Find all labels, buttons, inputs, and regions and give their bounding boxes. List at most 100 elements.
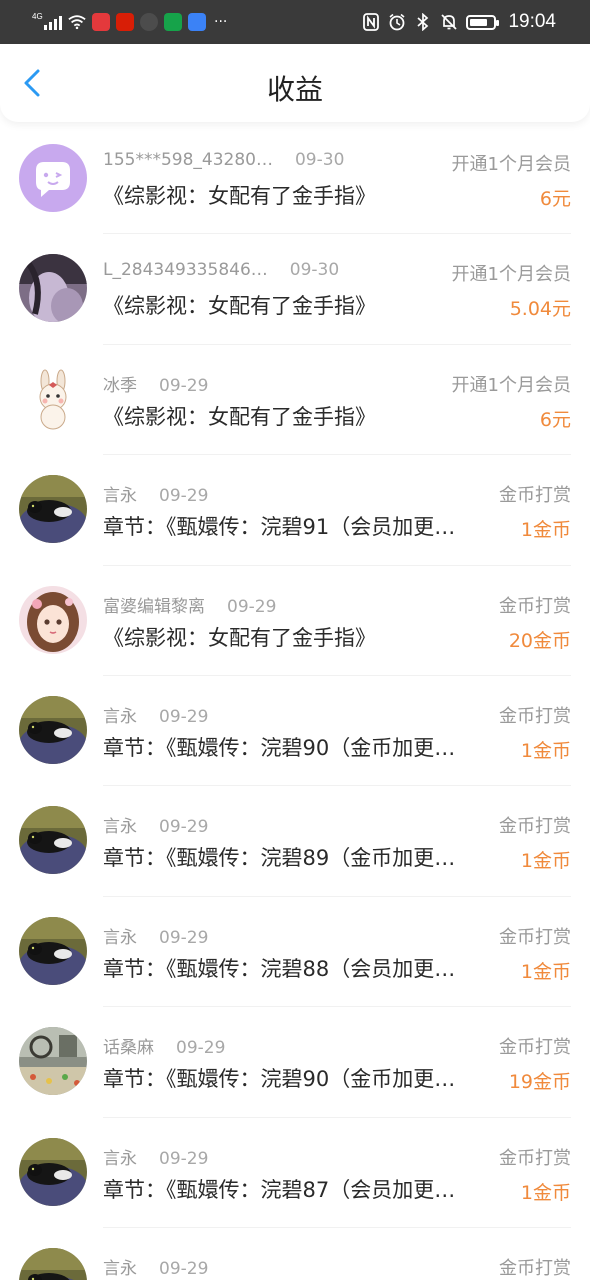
- record-description: 章节：《甄嬛传：浣碧91（会员加更…: [103, 515, 456, 540]
- record-meta: L_284349335846… 09-30: [103, 260, 339, 280]
- earning-amount: 19金币: [508, 1071, 571, 1094]
- earning-row[interactable]: L_284349335846… 09-30 开通1个月会员 《综影视：女配有了金…: [0, 234, 590, 345]
- avatar[interactable]: [19, 364, 87, 433]
- record-date: 09-29: [159, 1258, 209, 1279]
- avatar[interactable]: [19, 585, 87, 654]
- user-name: L_284349335846…: [103, 260, 268, 281]
- earning-amount: 5.04元: [509, 298, 571, 321]
- record-meta: 155***598_43280… 09-30: [103, 150, 344, 170]
- more-notifications-indicator: ···: [214, 14, 228, 30]
- record-date: 09-29: [159, 706, 209, 727]
- record-date: 09-30: [289, 260, 340, 281]
- status-bar-right: 19:04: [362, 10, 556, 34]
- record-description: 章节：《甄嬛传：浣碧88（会员加更…: [103, 956, 456, 981]
- record-date: 09-29: [159, 1148, 209, 1169]
- wifi-icon: [68, 13, 86, 31]
- user-name: 言永: [103, 1258, 137, 1279]
- earning-row[interactable]: 言永 09-29 金币打赏 章节：《甄嬛传：浣碧87（会员加更… 1金币: [0, 1118, 590, 1228]
- avatar[interactable]: [19, 254, 87, 323]
- record-meta: 言永 09-29: [103, 702, 208, 727]
- battery-icon: [466, 14, 500, 30]
- earning-amount: 1金币: [520, 739, 571, 762]
- earning-amount: 6元: [539, 408, 571, 431]
- record-meta: 冰季 09-29: [103, 371, 208, 396]
- user-name: 155***598_43280…: [103, 150, 273, 170]
- clock-time: 19:04: [508, 11, 556, 32]
- earning-type: 金币打赏: [499, 1257, 571, 1279]
- record-meta: 言永 09-29: [103, 923, 208, 948]
- earning-amount: 1金币: [520, 1181, 571, 1204]
- earning-type: 开通1个月会员: [451, 374, 571, 396]
- record-meta: 言永 09-29: [103, 1144, 208, 1169]
- earning-type: 金币打赏: [499, 1147, 571, 1169]
- avatar[interactable]: [19, 1027, 87, 1096]
- record-date: 09-29: [159, 927, 209, 948]
- record-meta: 言永 09-29: [103, 1254, 208, 1279]
- record-description: 章节：《甄嬛传：浣碧90（金币加更…: [103, 1067, 456, 1092]
- record-description: 《综影视：女配有了金手指》: [103, 184, 376, 208]
- record-description: 《综影视：女配有了金手指》: [103, 294, 376, 319]
- record-date: 09-29: [227, 596, 277, 617]
- earning-row[interactable]: 言永 09-29 金币打赏 章节：《甄嬛传：浣碧88（会员加更… 1金币: [0, 897, 590, 1008]
- app-notification-icon: [164, 13, 182, 31]
- avatar[interactable]: [19, 475, 87, 544]
- avatar[interactable]: [19, 806, 87, 875]
- record-date: 09-29: [159, 817, 209, 838]
- record-description: 《综影视：女配有了金手指》: [103, 625, 376, 650]
- avatar[interactable]: [19, 1137, 87, 1206]
- record-date: 09-29: [159, 486, 209, 507]
- earning-type: 开通1个月会员: [451, 264, 571, 286]
- nfc-icon: [362, 13, 380, 31]
- earning-type: 金币打赏: [499, 1037, 571, 1059]
- earning-row[interactable]: 冰季 09-29 开通1个月会员 《综影视：女配有了金手指》 6元: [0, 345, 590, 456]
- cellular-signal-icon: 4G: [32, 12, 62, 32]
- avatar[interactable]: [19, 144, 87, 212]
- app-notification-icon: [140, 13, 158, 31]
- earning-type: 金币打赏: [499, 705, 571, 727]
- user-name: 言永: [103, 486, 137, 507]
- earnings-list: 155***598_43280… 09-30 开通1个月会员 《综影视：女配有了…: [0, 124, 590, 1280]
- record-description: 章节：《甄嬛传：浣碧90（金币加更…: [103, 735, 456, 760]
- earning-row[interactable]: 富婆编辑黎离 09-29 金币打赏 《综影视：女配有了金手指》 20金币: [0, 566, 590, 676]
- earning-row[interactable]: 155***598_43280… 09-30 开通1个月会员 《综影视：女配有了…: [0, 124, 590, 235]
- record-meta: 话桑麻 09-29: [103, 1033, 225, 1058]
- earning-row[interactable]: 言永 09-29 金币打赏 章节：《甄嬛传：浣碧89（金币加更… 1金币: [0, 786, 590, 897]
- earning-amount: 1金币: [520, 519, 571, 542]
- user-name: 富婆编辑黎离: [103, 596, 205, 617]
- app-notification-icon: [188, 13, 206, 31]
- earning-row[interactable]: 言永 09-29 金币打赏 章节：《甄嬛传：浣碧91（会员加更… 1金币: [0, 455, 590, 566]
- avatar[interactable]: [19, 695, 87, 764]
- earning-row[interactable]: 话桑麻 09-29 金币打赏 章节：《甄嬛传：浣碧90（金币加更… 19金币: [0, 1007, 590, 1118]
- earning-row[interactable]: 言永 09-29 金币打赏: [0, 1228, 590, 1280]
- record-meta: 言永 09-29: [103, 481, 208, 506]
- record-meta: 富婆编辑黎离 09-29: [103, 592, 276, 617]
- user-name: 冰季: [103, 375, 137, 396]
- record-date: 09-29: [159, 375, 209, 396]
- app-notification-icon: [116, 13, 134, 31]
- user-name: 言永: [103, 706, 137, 727]
- earning-type: 金币打赏: [499, 816, 571, 838]
- status-bar-left: 4G ···: [32, 10, 227, 34]
- earning-type: 金币打赏: [499, 485, 571, 507]
- app-header: 收益: [0, 44, 590, 122]
- status-bar: 4G ··· 19:04: [0, 0, 590, 44]
- app-notification-icon: [92, 13, 110, 31]
- user-name: 话桑麻: [103, 1038, 154, 1059]
- alarm-icon: [388, 13, 406, 31]
- record-description: 章节：《甄嬛传：浣碧89（金币加更…: [103, 846, 456, 871]
- page-title: 收益: [266, 73, 323, 106]
- earning-amount: 1金币: [520, 960, 571, 983]
- earning-type: 金币打赏: [499, 595, 571, 617]
- earning-row[interactable]: 言永 09-29 金币打赏 章节：《甄嬛传：浣碧90（金币加更… 1金币: [0, 676, 590, 787]
- avatar[interactable]: [19, 1247, 87, 1280]
- earning-amount: 1金币: [520, 850, 571, 873]
- user-name: 言永: [103, 1148, 137, 1169]
- network-type-label: 4G: [32, 12, 43, 21]
- earning-type: 开通1个月会员: [451, 154, 571, 175]
- avatar[interactable]: [19, 916, 87, 985]
- user-name: 言永: [103, 817, 137, 838]
- record-description: 《综影视：女配有了金手指》: [103, 404, 376, 429]
- user-name: 言永: [103, 927, 137, 948]
- earning-amount: 20金币: [508, 629, 571, 652]
- earning-amount: 6元: [539, 188, 571, 210]
